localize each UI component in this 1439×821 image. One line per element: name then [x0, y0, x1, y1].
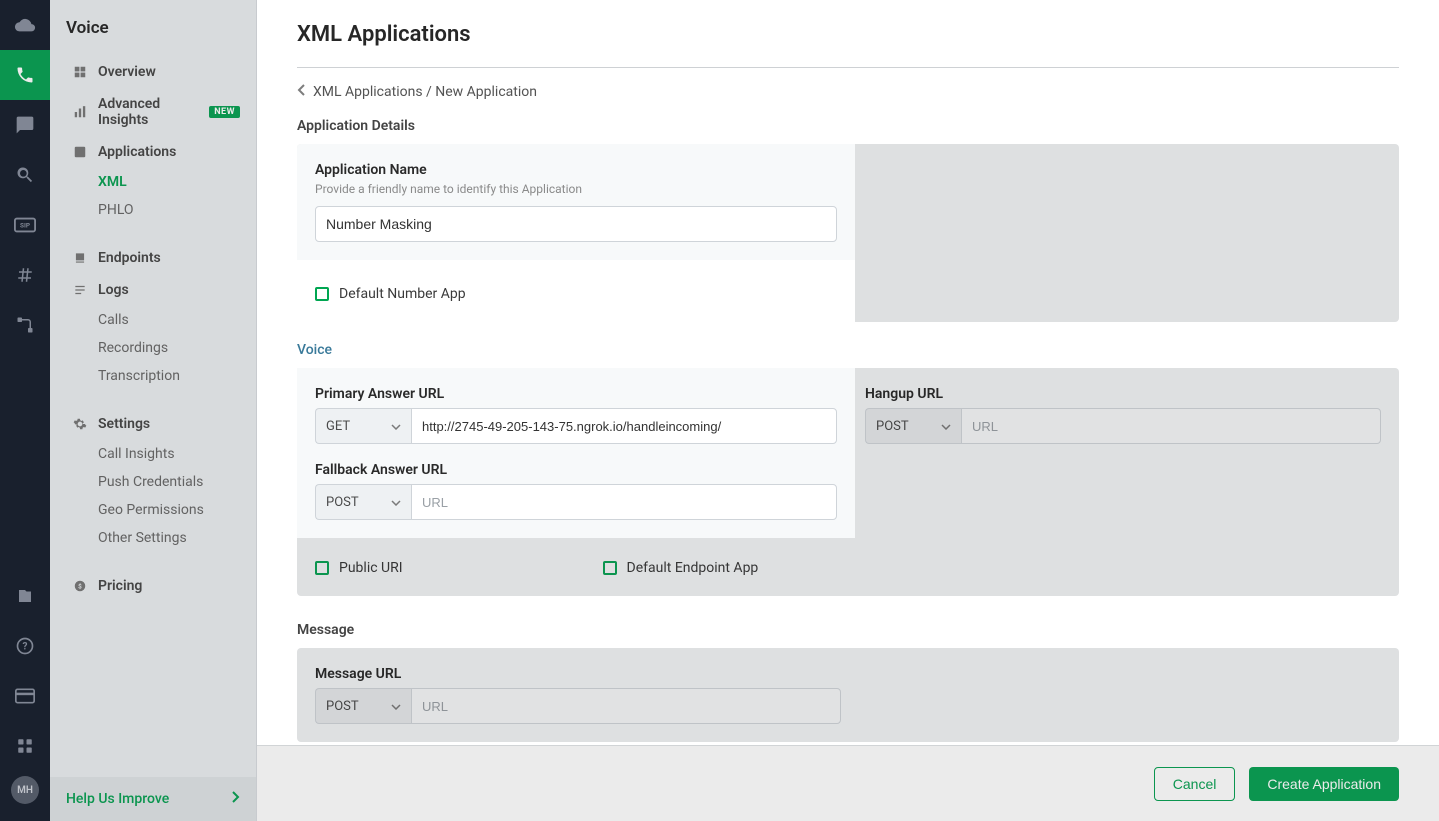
sidebar-sub-xml[interactable]: XML — [50, 168, 256, 196]
sidebar-label-advanced-insights: Advanced Insights — [98, 96, 195, 128]
svg-text:$: $ — [78, 582, 82, 590]
sidebar-label-applications: Applications — [98, 144, 176, 160]
rail-help-icon[interactable]: ? — [0, 621, 50, 671]
gear-icon — [72, 416, 88, 432]
applications-icon — [72, 144, 88, 160]
sidebar-sub-transcription[interactable]: Transcription — [50, 362, 256, 390]
rail-avatar[interactable]: MH — [0, 771, 50, 821]
rail-flow-icon[interactable] — [0, 300, 50, 350]
cancel-button[interactable]: Cancel — [1154, 767, 1236, 801]
page-title: XML Applications — [257, 0, 1439, 57]
rail-messages-icon[interactable] — [0, 100, 50, 150]
rail-apps-icon[interactable] — [0, 721, 50, 771]
sidebar-label-logs: Logs — [98, 282, 129, 298]
sidebar-title: Voice — [50, 0, 256, 56]
breadcrumb[interactable]: XML Applications / New Application — [257, 68, 1439, 118]
hangup-url-label: Hangup URL — [865, 386, 1381, 402]
help-improve-label: Help Us Improve — [66, 791, 169, 807]
insights-icon — [72, 104, 88, 120]
rail-search-icon[interactable] — [0, 150, 50, 200]
sidebar: Voice Overview Advanced Insights NEW App… — [50, 0, 257, 821]
dashboard-icon — [72, 64, 88, 80]
sidebar-label-settings: Settings — [98, 416, 150, 432]
main-content: XML Applications XML Applications / New … — [257, 0, 1439, 821]
sidebar-sub-phlo[interactable]: PHLO — [50, 196, 256, 224]
default-number-app-checkbox[interactable] — [315, 287, 329, 301]
sidebar-sub-calls[interactable]: Calls — [50, 306, 256, 334]
rail-voice-icon[interactable] — [0, 50, 50, 100]
sidebar-sub-geo[interactable]: Geo Permissions — [50, 496, 256, 524]
icon-rail: SIP ? MH — [0, 0, 50, 821]
public-uri-label: Public URI — [339, 560, 403, 576]
fallback-method-value: POST — [326, 495, 359, 510]
message-url-label: Message URL — [315, 666, 841, 682]
footer-bar: Cancel Create Application — [257, 745, 1439, 821]
primary-url-input[interactable] — [411, 408, 837, 444]
message-url-input[interactable] — [411, 688, 841, 724]
default-endpoint-app-label: Default Endpoint App — [627, 560, 759, 576]
rail-billing-icon[interactable] — [0, 671, 50, 721]
chevron-right-icon — [232, 791, 240, 807]
default-endpoint-app-checkbox[interactable] — [603, 561, 617, 575]
pricing-icon: $ — [72, 578, 88, 594]
fallback-answer-url-label: Fallback Answer URL — [315, 462, 837, 478]
sidebar-item-pricing[interactable]: $ Pricing — [50, 570, 256, 602]
hangup-url-input[interactable] — [961, 408, 1381, 444]
svg-text:?: ? — [23, 641, 28, 652]
sidebar-label-overview: Overview — [98, 64, 156, 80]
sidebar-sub-push[interactable]: Push Credentials — [50, 468, 256, 496]
chevron-down-icon — [391, 419, 401, 434]
sidebar-label-pricing: Pricing — [98, 578, 142, 594]
endpoints-icon — [72, 250, 88, 266]
sidebar-item-endpoints[interactable]: Endpoints — [50, 242, 256, 274]
sidebar-label-endpoints: Endpoints — [98, 250, 161, 266]
default-number-app-label: Default Number App — [339, 286, 466, 302]
sidebar-sub-recordings[interactable]: Recordings — [50, 334, 256, 362]
hangup-method-value: POST — [876, 419, 909, 434]
sidebar-item-overview[interactable]: Overview — [50, 56, 256, 88]
primary-method-value: GET — [326, 419, 350, 434]
fallback-url-input[interactable] — [411, 484, 837, 520]
sidebar-item-applications[interactable]: Applications — [50, 136, 256, 168]
app-name-label: Application Name — [315, 162, 837, 178]
rail-sip-icon[interactable]: SIP — [0, 200, 50, 250]
primary-answer-url-label: Primary Answer URL — [315, 386, 837, 402]
new-badge: NEW — [209, 106, 240, 118]
section-app-details-label: Application Details — [257, 118, 1439, 144]
message-method-select[interactable]: POST — [315, 688, 411, 724]
public-uri-checkbox[interactable] — [315, 561, 329, 575]
svg-text:SIP: SIP — [20, 222, 30, 230]
app-name-input[interactable] — [315, 206, 837, 242]
sidebar-item-settings[interactable]: Settings — [50, 408, 256, 440]
chevron-left-icon — [297, 84, 305, 100]
chevron-down-icon — [941, 419, 951, 434]
chevron-down-icon — [391, 495, 401, 510]
rail-cloud-icon[interactable] — [0, 0, 50, 50]
create-application-button[interactable]: Create Application — [1249, 767, 1399, 801]
hangup-method-select[interactable]: POST — [865, 408, 961, 444]
rail-hash-icon[interactable] — [0, 250, 50, 300]
sidebar-item-advanced-insights[interactable]: Advanced Insights NEW — [50, 88, 256, 136]
sidebar-sub-call-insights[interactable]: Call Insights — [50, 440, 256, 468]
sidebar-item-logs[interactable]: Logs — [50, 274, 256, 306]
chevron-down-icon — [391, 699, 401, 714]
app-name-help: Provide a friendly name to identify this… — [315, 182, 837, 196]
section-voice-label: Voice — [297, 342, 855, 358]
breadcrumb-text: XML Applications / New Application — [313, 84, 537, 100]
section-message-label: Message — [257, 596, 1439, 648]
logs-icon — [72, 282, 88, 298]
help-us-improve[interactable]: Help Us Improve — [50, 777, 256, 821]
primary-method-select[interactable]: GET — [315, 408, 411, 444]
sidebar-sub-other[interactable]: Other Settings — [50, 524, 256, 552]
fallback-method-select[interactable]: POST — [315, 484, 411, 520]
rail-docs-icon[interactable] — [0, 571, 50, 621]
message-method-value: POST — [326, 699, 359, 714]
avatar-initials: MH — [11, 776, 39, 804]
